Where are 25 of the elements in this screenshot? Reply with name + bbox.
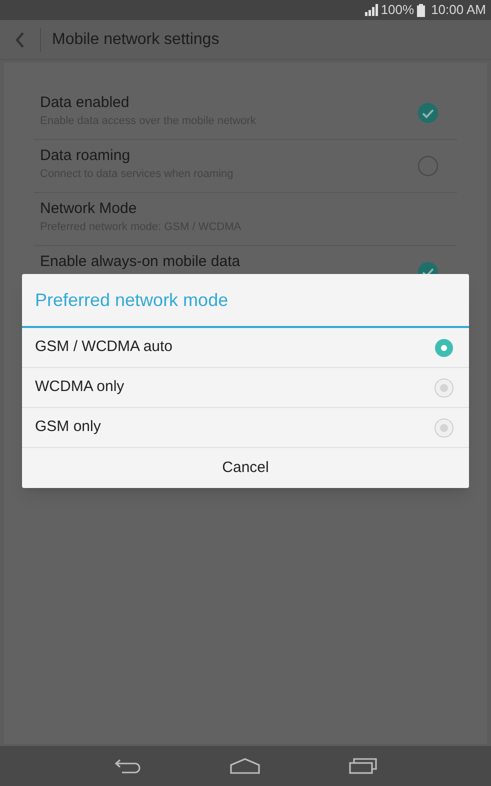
option-label: GSM / WCDMA auto: [35, 337, 174, 358]
clock: 10:00 AM: [431, 1, 486, 20]
radio-selected-icon[interactable]: [434, 338, 454, 358]
option-label: WCDMA only: [35, 377, 126, 398]
setting-title: Data roaming: [40, 147, 132, 164]
checkbox-checked-icon[interactable]: [417, 102, 439, 124]
signal-icon: [364, 4, 378, 16]
setting-title: Network Mode: [40, 200, 138, 217]
radio-icon[interactable]: [434, 418, 454, 438]
setting-title: Enable always-on mobile data: [40, 253, 242, 270]
battery-percent: 100%: [380, 1, 414, 20]
radio-option[interactable]: WCDMA only: [22, 368, 469, 408]
back-icon: [15, 32, 25, 48]
setting-title: Data enabled: [40, 94, 130, 111]
recents-icon: [348, 758, 377, 774]
battery-icon: [417, 4, 426, 16]
home-icon: [230, 758, 260, 774]
back-arrow-icon: [114, 758, 142, 774]
radio-icon[interactable]: [434, 378, 454, 398]
checkbox-icon[interactable]: [417, 155, 439, 177]
radio-option[interactable]: GSM / WCDMA auto: [22, 328, 469, 368]
option-label: GSM only: [35, 417, 102, 438]
radio-option[interactable]: GSM only: [22, 408, 469, 448]
screen-title: Mobile network settings: [52, 30, 220, 50]
cancel-button[interactable]: Cancel: [22, 448, 469, 488]
